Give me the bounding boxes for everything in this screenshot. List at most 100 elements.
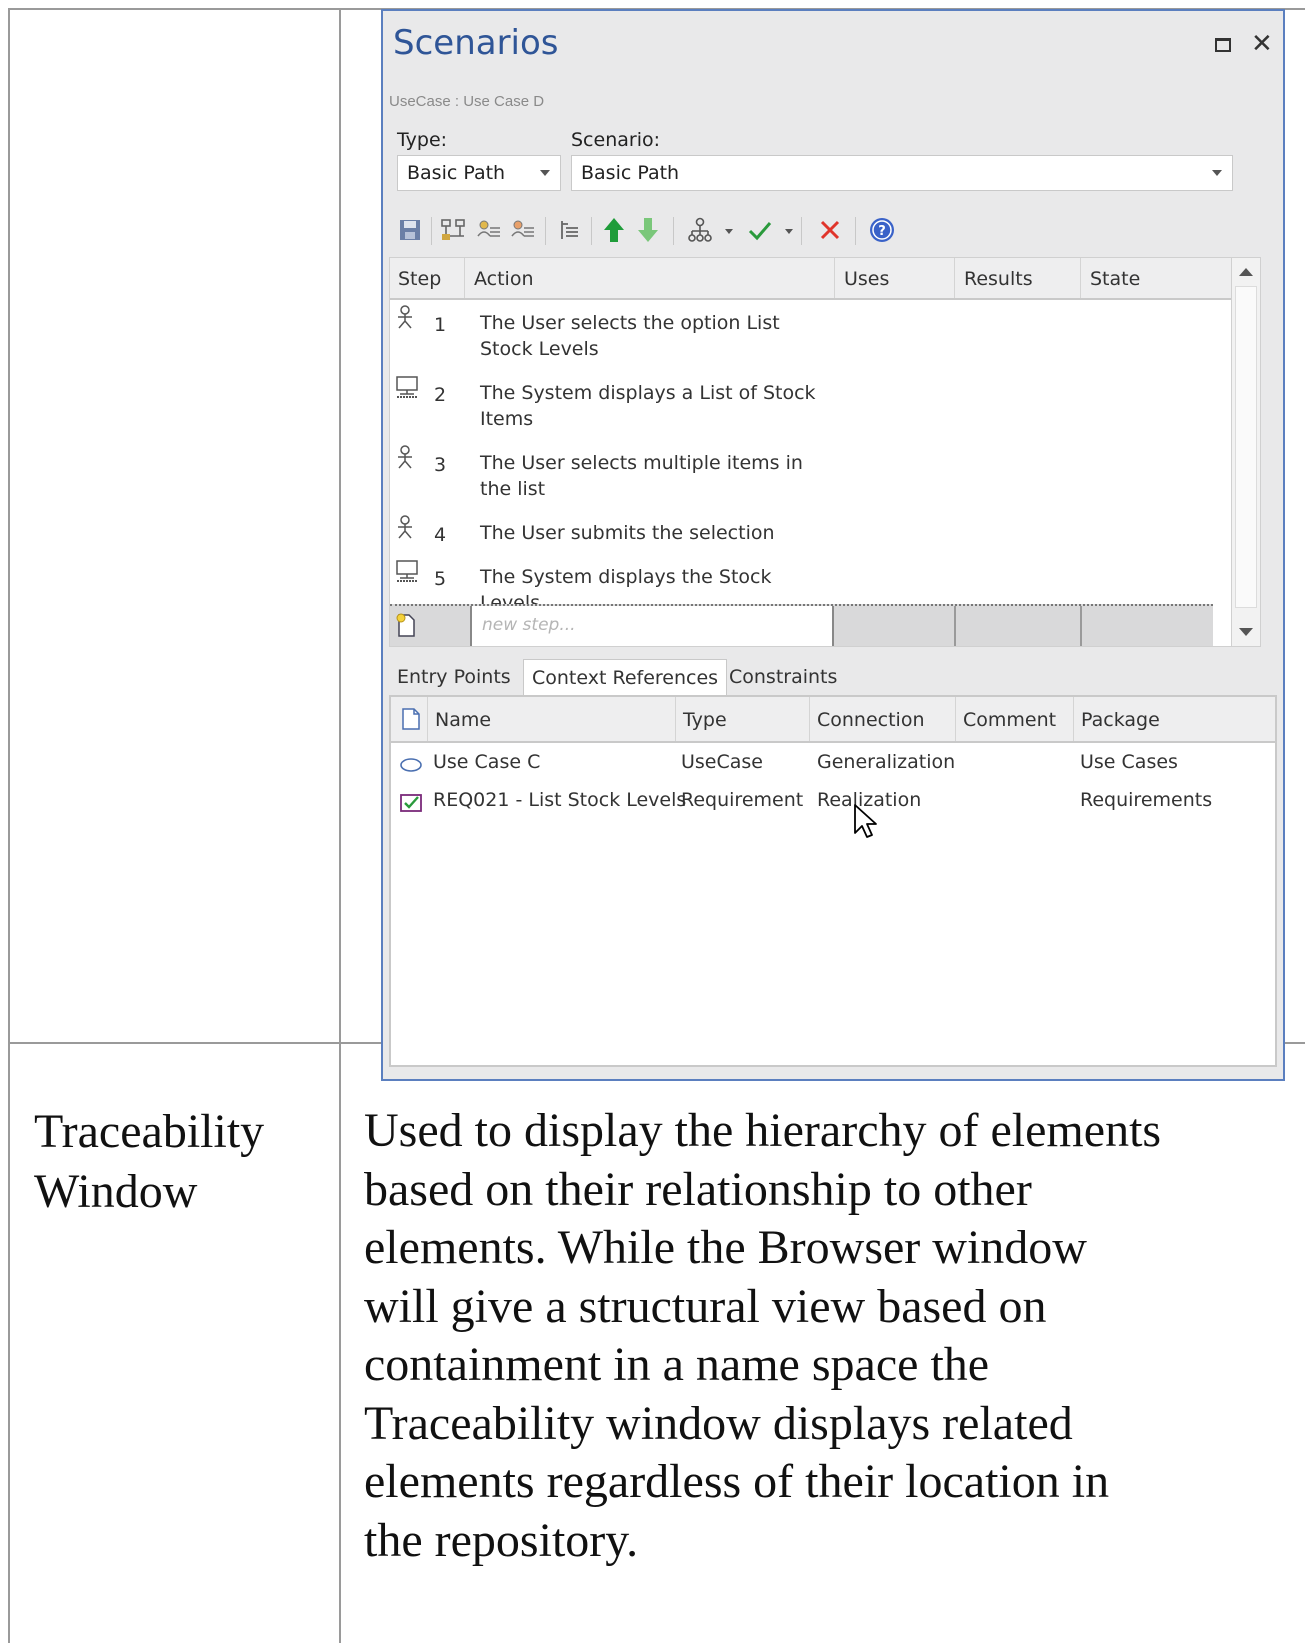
column-header-connection[interactable]: Connection <box>817 709 925 731</box>
validate-icon[interactable] <box>745 213 775 247</box>
new-step-uses-cell[interactable] <box>954 606 956 646</box>
column-divider <box>427 697 428 741</box>
actor-icon <box>394 444 416 476</box>
step-number: 3 <box>434 454 447 476</box>
step-number: 1 <box>434 314 447 336</box>
new-item-icon <box>394 612 418 642</box>
generate-structure-icon[interactable] <box>439 213 469 247</box>
new-step-input[interactable]: new step... <box>470 606 834 646</box>
table-border-left <box>8 8 10 1643</box>
steps-scrollbar[interactable] <box>1231 258 1260 646</box>
new-step-row[interactable]: new step... <box>390 604 1213 646</box>
tab-constraints[interactable]: Constraints <box>721 659 845 695</box>
system-icon <box>394 374 420 406</box>
description-line: elements regardless of their location in <box>364 1455 1110 1508</box>
actor-icon <box>394 304 416 336</box>
scroll-down-icon[interactable] <box>1239 628 1253 636</box>
toolbar-separator <box>801 217 802 245</box>
tab-entry-points[interactable]: Entry Points <box>389 659 519 695</box>
table-row[interactable]: 3 The User selects multiple items in the… <box>390 444 1210 508</box>
scenario-select[interactable]: Basic Path <box>571 155 1233 191</box>
chevron-down-icon <box>1212 170 1222 176</box>
step-action: The User selects multiple items in the l… <box>480 450 830 502</box>
system-icon <box>394 558 420 590</box>
column-header-step[interactable]: Step <box>398 268 441 290</box>
window-subtitle: UseCase : Use Case D <box>389 93 545 110</box>
help-icon[interactable]: ? <box>867 213 897 247</box>
table-row[interactable]: 4 The User submits the selection <box>390 514 1210 554</box>
column-divider <box>809 697 810 741</box>
toolbar-separator <box>545 217 546 245</box>
delete-icon[interactable] <box>815 213 845 247</box>
step-action-line: The User submits the selection <box>480 522 775 544</box>
description-line: based on their relationship to other <box>364 1162 1032 1216</box>
reference-name: Use Case C <box>433 751 541 773</box>
glossary-term: Traceability Window <box>34 1102 324 1222</box>
chevron-down-icon[interactable] <box>785 229 793 234</box>
step-action-line: Items <box>480 408 534 430</box>
table-row[interactable]: REQ021 - List Stock Levels Requirement R… <box>391 785 1275 819</box>
scenario-select-value: Basic Path <box>581 162 680 184</box>
toolbar-separator <box>855 217 856 245</box>
column-header-comment[interactable]: Comment <box>963 709 1056 731</box>
step-action-line: The User selects multiple items in <box>480 452 803 474</box>
table-row[interactable]: Use Case C UseCase Generalization Use Ca… <box>391 747 1275 781</box>
step-number: 2 <box>434 384 447 406</box>
toolbar-separator <box>591 217 592 245</box>
scenarios-window: Scenarios ✕ UseCase : Use Case D Type: B… <box>381 9 1285 1081</box>
column-header-results[interactable]: Results <box>964 268 1033 290</box>
description-line: will give a structural view based on <box>364 1279 1047 1333</box>
svg-text:?: ? <box>878 224 886 239</box>
type-select[interactable]: Basic Path <box>397 155 561 191</box>
save-icon[interactable] <box>395 213 425 247</box>
description-line: Traceability window displays related <box>364 1396 1073 1450</box>
move-down-icon[interactable] <box>633 213 663 247</box>
actor-icon <box>394 514 416 546</box>
table-row[interactable]: 5 The System displays the Stock Levels <box>390 558 1210 614</box>
column-header-package[interactable]: Package <box>1081 709 1160 731</box>
column-divider <box>1073 697 1074 741</box>
step-action-line: the list <box>480 478 546 500</box>
close-icon[interactable]: ✕ <box>1251 29 1273 59</box>
column-header-uses[interactable]: Uses <box>844 268 889 290</box>
chevron-down-icon[interactable] <box>725 229 733 234</box>
new-step-results-cell[interactable] <box>1080 606 1082 646</box>
column-header-name[interactable]: Name <box>435 709 491 731</box>
generate-diagram-icon[interactable] <box>685 213 715 247</box>
description-line: Used to display the hierarchy of element… <box>364 1104 1162 1157</box>
column-header-type[interactable]: Type <box>683 709 727 731</box>
add-actor-step-icon[interactable] <box>473 213 503 247</box>
document-icon <box>401 707 421 735</box>
scrollbar-thumb[interactable] <box>1235 286 1257 608</box>
table-row[interactable]: 1 The User selects the option List Stock… <box>390 304 1210 368</box>
references-header: Name Type Connection Comment Package <box>391 697 1275 743</box>
steps-grid-header: Step Action Uses Results State <box>390 258 1260 300</box>
step-action-line: Stock Levels <box>480 338 599 360</box>
scroll-up-icon[interactable] <box>1239 268 1253 276</box>
add-system-step-icon[interactable] <box>507 213 537 247</box>
column-divider <box>464 258 465 298</box>
column-header-action[interactable]: Action <box>474 268 534 290</box>
column-header-state[interactable]: State <box>1090 268 1140 290</box>
description-line: containment in a name space the <box>364 1338 990 1391</box>
step-number: 4 <box>434 524 447 546</box>
tab-context-references[interactable]: Context References <box>523 659 728 695</box>
step-number: 5 <box>434 568 447 590</box>
reference-type: UseCase <box>681 751 763 773</box>
scenario-toolbar: ? <box>395 213 995 249</box>
table-border-middle <box>339 8 341 1643</box>
reference-name: REQ021 - List Stock Levels <box>433 789 687 811</box>
reference-type: Requirement <box>681 789 804 811</box>
indent-icon[interactable] <box>555 213 585 247</box>
chevron-down-icon <box>540 170 550 176</box>
mouse-pointer-icon <box>853 803 879 845</box>
step-action-line: The System displays a List of Stock <box>480 382 816 404</box>
column-divider <box>675 697 676 741</box>
maximize-icon[interactable] <box>1215 38 1231 52</box>
move-up-icon[interactable] <box>599 213 629 247</box>
table-row[interactable]: 2 The System displays a List of Stock It… <box>390 374 1210 438</box>
column-divider <box>955 697 956 741</box>
column-divider <box>1080 258 1081 298</box>
type-label: Type: <box>397 129 448 151</box>
toolbar-separator <box>431 217 432 245</box>
